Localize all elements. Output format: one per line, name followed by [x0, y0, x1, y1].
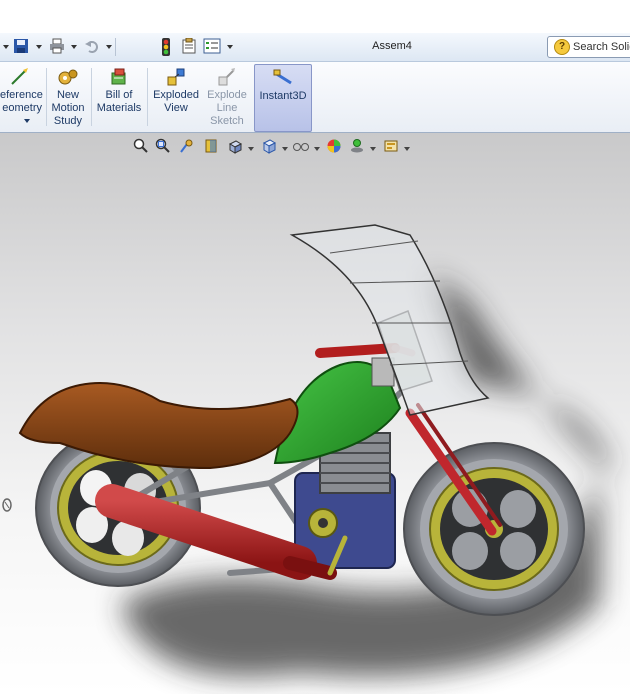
- dropdown-arrow-icon[interactable]: [3, 45, 9, 49]
- explode-line-sketch-icon: [218, 68, 235, 86]
- instant3d-label: Instant3D: [259, 90, 307, 102]
- command-manager-ribbon: eference eometry New Motion Study Bill o…: [0, 62, 630, 133]
- instant3d-icon: [273, 69, 292, 85]
- undo-icon[interactable]: [83, 38, 101, 56]
- bill-of-materials-label-1: Bill of: [105, 89, 133, 101]
- previous-view-icon[interactable]: [178, 138, 196, 156]
- hide-show-dropdown-icon[interactable]: [314, 147, 320, 151]
- explode-line-sketch-button[interactable]: Explode Line Sketch: [203, 64, 251, 130]
- search-input[interactable]: ? Search Solid: [547, 36, 630, 58]
- save-icon[interactable]: [12, 38, 30, 56]
- display-style-icon[interactable]: [260, 138, 278, 156]
- reference-geometry-label-1: eference: [0, 89, 43, 101]
- title-bar-area: [0, 0, 630, 33]
- new-motion-study-label-2: Motion: [51, 102, 85, 114]
- motion-study-icon: [58, 69, 78, 85]
- zoom-to-fit-icon[interactable]: [132, 138, 150, 156]
- edit-appearance-icon[interactable]: [325, 138, 343, 156]
- view-orientation-icon[interactable]: [226, 138, 244, 156]
- bill-of-materials-button[interactable]: Bill of Materials: [94, 64, 144, 130]
- view-orientation-dropdown-icon[interactable]: [248, 147, 254, 151]
- bill-of-materials-label-2: Materials: [96, 102, 142, 114]
- options-dropdown-icon[interactable]: [227, 45, 233, 49]
- display-style-dropdown-icon[interactable]: [282, 147, 288, 151]
- undo-dropdown-icon[interactable]: [106, 45, 112, 49]
- explode-line-sketch-label-2: Line: [216, 102, 238, 114]
- zoom-area-icon[interactable]: [154, 138, 172, 156]
- bill-of-materials-icon: [111, 68, 126, 85]
- new-motion-study-button[interactable]: New Motion Study: [48, 64, 88, 130]
- rebuild-traffic-light-icon[interactable]: [157, 38, 175, 56]
- options-icon[interactable]: [203, 38, 221, 56]
- graphics-viewport[interactable]: [0, 133, 630, 694]
- new-motion-study-label-3: Study: [53, 115, 83, 127]
- section-view-icon[interactable]: [202, 138, 220, 156]
- view-settings-dropdown-icon[interactable]: [404, 147, 410, 151]
- search-placeholder: Search Solid: [573, 41, 630, 53]
- instant3d-button[interactable]: Instant3D: [254, 64, 312, 132]
- print-dropdown-icon[interactable]: [71, 45, 77, 49]
- explode-line-sketch-label-3: Sketch: [210, 115, 244, 127]
- exploded-view-label-1: Exploded: [153, 89, 199, 101]
- reference-geometry-dropdown-icon[interactable]: [24, 119, 30, 123]
- hide-show-items-icon[interactable]: [292, 138, 310, 156]
- motorcycle-assembly-model[interactable]: [0, 133, 630, 694]
- exploded-view-icon: [167, 68, 185, 86]
- apply-scene-dropdown-icon[interactable]: [370, 147, 376, 151]
- reference-geometry-label-2: eometry: [2, 102, 42, 114]
- quick-access-toolbar: [0, 33, 630, 93]
- new-motion-study-label-1: New: [56, 89, 79, 101]
- view-settings-icon[interactable]: [382, 138, 400, 156]
- explode-line-sketch-label-1: Explode: [207, 89, 247, 101]
- reference-geometry-icon: [11, 68, 28, 85]
- save-dropdown-icon[interactable]: [36, 45, 42, 49]
- help-icon: ?: [554, 39, 570, 55]
- print-icon[interactable]: [48, 38, 66, 56]
- exploded-view-label-2: View: [164, 102, 188, 114]
- exploded-view-button[interactable]: Exploded View: [150, 64, 202, 130]
- file-properties-icon[interactable]: [180, 37, 198, 56]
- document-title: Assem4: [372, 40, 412, 52]
- apply-scene-icon[interactable]: [348, 138, 366, 156]
- triad-icon: [2, 498, 12, 512]
- reference-geometry-button[interactable]: eference eometry: [0, 64, 43, 130]
